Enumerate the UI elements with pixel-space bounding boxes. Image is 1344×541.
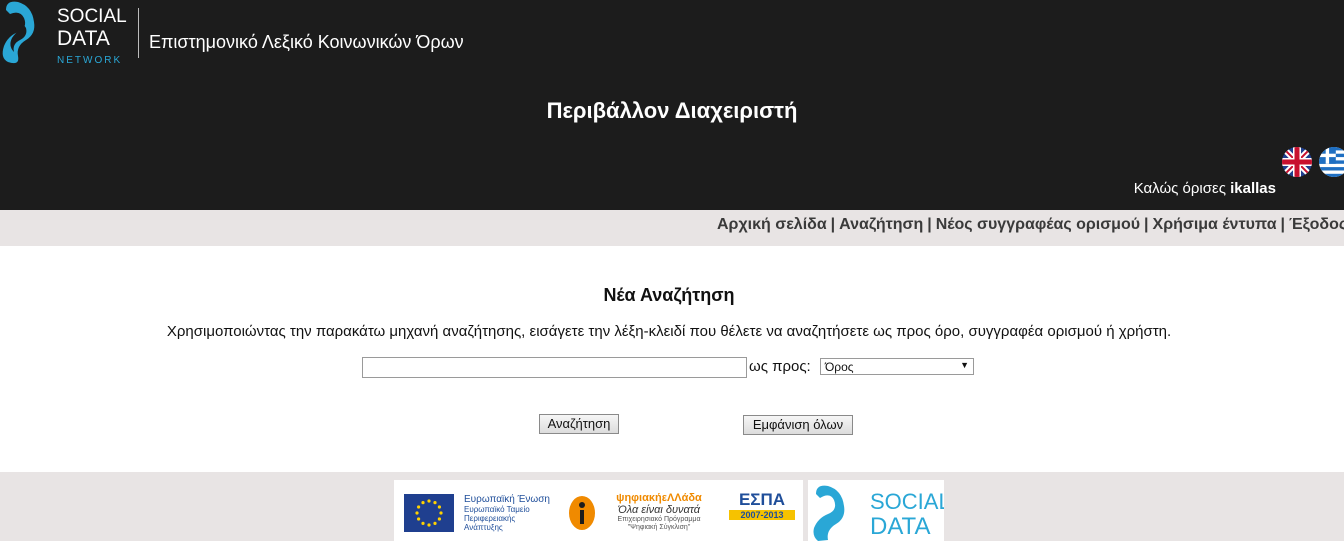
nav-links: Αρχική σελίδα | Αναζήτηση | Νέος συγγραφέας … <box>717 216 1344 234</box>
logo-divider <box>138 8 139 58</box>
eu-fund-label: Ευρωπαϊκό Ταμείο Περιφερειακής Ανάπτυξης <box>464 505 530 532</box>
digital-slogan: Όλα είναι δυνατά <box>617 504 701 516</box>
logo-text-social: SOCIAL <box>57 6 127 27</box>
nav-separator: | <box>927 216 932 233</box>
nav-new-author-link[interactable]: Νέος συγγραφέας ορισμού <box>936 216 1140 233</box>
greek-flag-icon[interactable] <box>1319 147 1344 177</box>
digital-program: Επιχειρησιακό Πρόγραμμα "Ψηφιακή Σύγκλισ… <box>617 516 701 531</box>
nav-separator: | <box>1144 216 1149 233</box>
nav-bar: Αρχική σελίδα | Αναζήτηση | Νέος συγγραφέας … <box>0 210 1344 246</box>
dropdown-arrow-icon: ▼ <box>960 360 969 370</box>
show-all-button[interactable]: Εμφάνιση όλων <box>743 415 853 435</box>
espa-logo: ΕΣΠΑ 2007-2013 <box>729 490 795 520</box>
nav-useful-forms-link[interactable]: Χρήσιμα έντυπα <box>1153 216 1277 233</box>
search-field-select[interactable]: Όρος ▼ <box>820 358 974 375</box>
digital-greece-logo-icon <box>569 496 595 530</box>
eu-flag-icon <box>404 494 454 532</box>
sdn-text-social: SOCIAL <box>870 489 944 514</box>
nav-separator: | <box>1280 216 1286 233</box>
digital-greece-text: ψηφιακήεΛΛάδα Όλα είναι δυνατά Επιχειρησ… <box>604 492 714 532</box>
username: ikallas <box>1230 180 1276 197</box>
eu-fund-text: Ευρωπαϊκή Ένωση Ευρωπαϊκό Ταμείο Περιφερ… <box>464 494 554 532</box>
nav-search-link[interactable]: Αναζήτηση <box>839 216 923 233</box>
welcome-message: Καλώς όρισες ikallas <box>1134 180 1276 197</box>
sdn-text-data: DATA <box>870 513 931 540</box>
espa-label: ΕΣΠΑ <box>738 490 786 509</box>
logo-text-network: NETWORK <box>57 55 122 66</box>
nav-separator: | <box>830 216 836 233</box>
social-data-network-logo[interactable]: SOCIAL DATA NETWORK <box>0 0 135 68</box>
search-field-selected: Όρος <box>825 360 854 374</box>
search-title: Νέα Αναζήτηση <box>603 285 735 305</box>
eu-label: Ευρωπαϊκή Ένωση <box>464 494 550 505</box>
english-flag-icon[interactable] <box>1282 147 1312 177</box>
search-input[interactable] <box>362 357 747 378</box>
logo-text-data: DATA <box>57 27 110 50</box>
header: SOCIAL DATA NETWORK Επιστημονικό Λεξικό … <box>0 0 1344 210</box>
espa-years: 2007-2013 <box>729 510 795 520</box>
site-title: Επιστημονικό Λεξικό Κοινωνικών Όρων <box>149 32 464 52</box>
admin-title: Περιβάλλον Διαχειριστή <box>546 98 798 123</box>
social-data-banner[interactable]: SOCIAL DATA <box>808 480 944 541</box>
digital-greece-label: ψηφιακήεΛΛάδα <box>616 492 702 504</box>
nav-logout-link[interactable]: Έξοδος <box>1289 216 1344 233</box>
search-instructions: Χρησιμοποιώντας την παρακάτω μηχανή αναζ… <box>166 323 1172 340</box>
welcome-text: Καλώς όρισες <box>1133 180 1231 197</box>
search-button[interactable]: Αναζήτηση <box>539 414 619 434</box>
nav-home-link[interactable]: Αρχική σελίδα <box>717 216 827 233</box>
espa-banner[interactable]: Ευρωπαϊκή Ένωση Ευρωπαϊκό Ταμείο Περιφερ… <box>394 480 803 541</box>
search-by-label: ως προς: <box>749 358 811 375</box>
